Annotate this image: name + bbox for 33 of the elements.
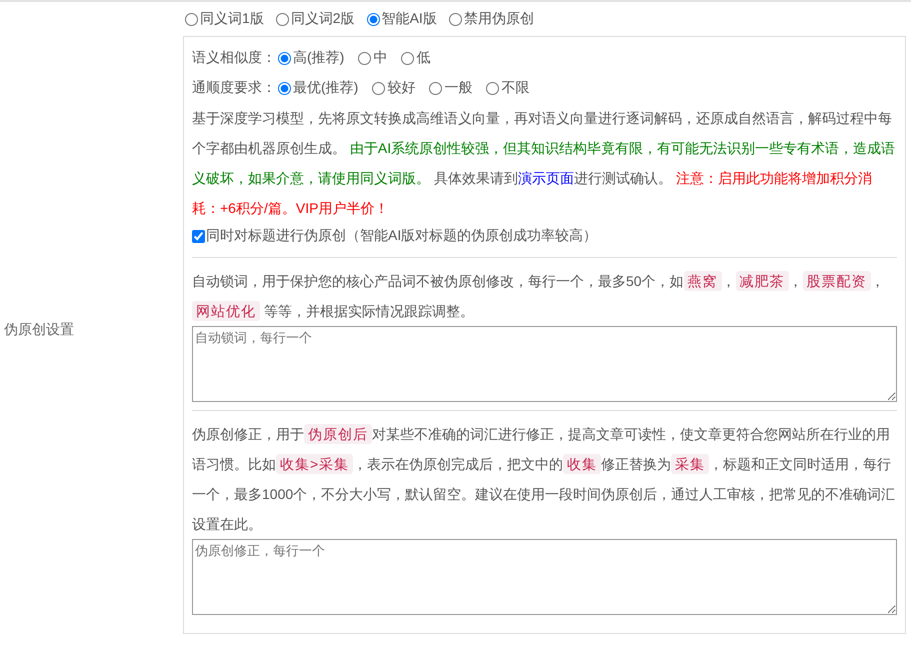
radio-label: 同义词2版 [290, 10, 355, 28]
radio-button[interactable] [401, 52, 414, 64]
radio-label: 较好 [387, 79, 416, 97]
radio-button[interactable] [366, 12, 380, 26]
radio-button[interactable] [486, 82, 500, 94]
correction-description: 伪原创修正，用于 伪原创后 对某些不准确的词汇进行修正，提高文章可读性，使文章更符合您网站所在行业的用语习惯。比如 收集>采集 ，表示在伪原创完成后，把文中的 收集 修正替换为 采集 ，标题和正文同时适用，每行一个，最多1000个，不分大小写，默认留空。建议在使用一段时间伪原创后，通过人工审核，把常见的不准确词汇设置在此。 [192, 423, 896, 534]
lock-words-description: 自动锁词，用于保护您的核心产品词不被伪原创修改，每行一个，最多50个，如 燕窝 ， 减肥茶 ， 股票配资 ， 网站优化 等等，并根据实际情况跟踪调整。 [192, 270, 886, 323]
demo-page-link[interactable]: 演示页面 [518, 170, 574, 186]
radio-label: 同义词1版 [200, 10, 264, 28]
description-text: 基于深度学习模型，先将原文转换成高维语义向量，再对语义向量进行逐词解码，还原成自然语言，解码过程中每个字都由机器原创生成。 由于AI系统原创性较强，但其知识结构毕竟有限，有可能无法识别一些专有术语，造成语义破坏，如果介意，请使用同义词版。 具体效果请到演示页面进行测试确认。 注意：启用此功能将增加积分消耗：+6积分/篇。VIP用户半价！ [192, 109, 896, 218]
radio-label: 不限 [501, 79, 530, 97]
radio-button[interactable] [448, 12, 462, 26]
section-label: 伪原创设置 [4, 321, 74, 339]
radio-button[interactable] [358, 52, 372, 64]
checkbox[interactable] [192, 230, 205, 242]
checkbox-label: 同时对标题进行伪原创（智能AI版对标题的伪原创成功率较高） [206, 227, 598, 245]
radio-label: 禁用伪原创 [464, 10, 534, 28]
radio-button[interactable] [429, 82, 442, 94]
radio-button[interactable] [278, 82, 291, 94]
radio-button[interactable] [372, 82, 386, 94]
setting-label: 通顺度要求： [192, 79, 276, 97]
radio-label: 一般 [444, 79, 472, 97]
radio-label: 智能AI版 [382, 10, 437, 28]
radio-label: 中 [373, 49, 388, 67]
radio-label: 低 [416, 49, 430, 67]
radio-button[interactable] [185, 12, 198, 26]
radio-button[interactable] [278, 52, 291, 64]
radio-label: 最优(推荐) [293, 79, 358, 97]
lock-words-field[interactable]: 自动锁词，每行一个 [192, 326, 897, 402]
radio-label: 高(推荐) [293, 49, 344, 67]
radio-button[interactable] [276, 12, 289, 26]
correction-field[interactable]: 伪原创修正，每行一个 [192, 539, 897, 615]
setting-label: 语义相似度： [192, 49, 276, 67]
